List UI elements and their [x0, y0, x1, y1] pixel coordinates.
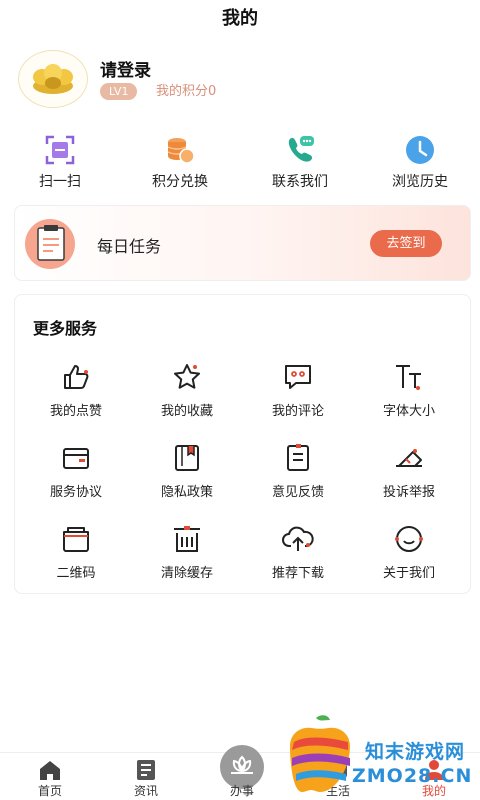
thumbs-up-icon [64, 365, 89, 389]
service-agreement[interactable]: 服务协议 [19, 434, 133, 504]
service-favorites[interactable]: 我的收藏 [130, 353, 244, 423]
service-likes-label: 我的点赞 [49, 404, 102, 419]
phone-icon [288, 136, 314, 162]
home-icon [40, 761, 60, 780]
comment-icon [285, 365, 311, 389]
service-clear-cache[interactable]: 清除缓存 [130, 515, 244, 585]
page-title: 我的 [222, 8, 258, 29]
qrcode-icon [63, 527, 89, 552]
service-font-size-label: 字体大小 [382, 404, 435, 419]
font-size-icon [396, 365, 421, 390]
coins-icon [167, 138, 195, 164]
service-recommend-download-label: 推荐下载 [271, 566, 324, 581]
quick-history[interactable]: 浏览历史 [360, 130, 480, 192]
cloud-upload-icon [282, 526, 314, 551]
daily-task-card[interactable]: 每日任务 去签到 [14, 205, 471, 281]
lotus-logo-icon [33, 64, 73, 94]
service-about[interactable]: 关于我们 [352, 515, 466, 585]
bookmark-icon [175, 445, 199, 471]
smile-icon [395, 526, 423, 552]
watermark-text-line1: 知末游戏网 [365, 741, 466, 763]
quick-actions: 扫一扫 积分兑换 联系我们 浏览历史 [0, 130, 480, 192]
service-qrcode-label: 二维码 [56, 566, 96, 581]
tab-service[interactable]: 办事 [194, 745, 290, 800]
service-report[interactable]: 投诉举报 [352, 434, 466, 504]
feedback-icon [287, 444, 309, 471]
daily-task-label: 每日任务 [97, 237, 162, 256]
trash-icon [174, 526, 200, 552]
report-icon [396, 449, 422, 467]
service-report-label: 投诉举报 [382, 485, 435, 500]
quick-scan-label: 扫一扫 [39, 174, 81, 190]
service-comments-label: 我的评论 [271, 404, 324, 419]
quick-contact-label: 联系我们 [272, 174, 328, 190]
clock-icon [406, 136, 434, 164]
service-privacy-label: 隐私政策 [160, 485, 213, 500]
services-title: 更多服务 [33, 319, 98, 338]
watermark-text-line2: ZMO28.CN [352, 765, 473, 787]
service-privacy[interactable]: 隐私政策 [130, 434, 244, 504]
service-clear-cache-label: 清除缓存 [160, 566, 213, 581]
points-text[interactable]: 我的积分0 [156, 83, 216, 100]
service-agreement-label: 服务协议 [49, 485, 102, 500]
quick-history-label: 浏览历史 [392, 174, 448, 190]
tab-news[interactable]: 资讯 [98, 753, 194, 800]
profile-section[interactable]: 请登录 LV1 我的积分0 [18, 50, 458, 110]
tab-home-label: 首页 [37, 784, 62, 798]
service-feedback-label: 意见反馈 [271, 485, 324, 500]
quick-scan[interactable]: 扫一扫 [0, 130, 120, 192]
service-feedback[interactable]: 意见反馈 [241, 434, 355, 504]
tab-service-label: 办事 [229, 784, 254, 798]
quick-contact[interactable]: 联系我们 [240, 130, 360, 192]
tab-home[interactable]: 首页 [2, 753, 98, 800]
service-likes[interactable]: 我的点赞 [19, 353, 133, 423]
service-qrcode[interactable]: 二维码 [19, 515, 133, 585]
quick-points-exchange-label: 积分兑换 [152, 174, 208, 190]
level-badge: LV1 [100, 83, 138, 100]
login-link[interactable]: 请登录 [100, 56, 151, 81]
service-comments[interactable]: 我的评论 [241, 353, 355, 423]
top-bar: 我的 [0, 0, 480, 40]
avatar[interactable] [18, 50, 88, 108]
service-about-label: 关于我们 [382, 566, 435, 581]
service-favorites-label: 我的收藏 [160, 404, 213, 419]
star-icon [174, 364, 200, 389]
tab-news-label: 资讯 [133, 784, 158, 798]
clipboard-icon [25, 219, 75, 269]
scan-icon [45, 135, 75, 165]
card-icon [63, 448, 89, 469]
service-font-size[interactable]: 字体大小 [352, 353, 466, 423]
news-icon [137, 760, 155, 780]
more-services-card: 更多服务 我的点赞 我的收藏 我的评论 字体大小 服务协议 隐私政策 意见反馈 … [14, 294, 471, 594]
sign-in-button[interactable]: 去签到 [370, 230, 442, 257]
quick-points-exchange[interactable]: 积分兑换 [120, 130, 240, 192]
service-recommend-download[interactable]: 推荐下载 [241, 515, 355, 585]
